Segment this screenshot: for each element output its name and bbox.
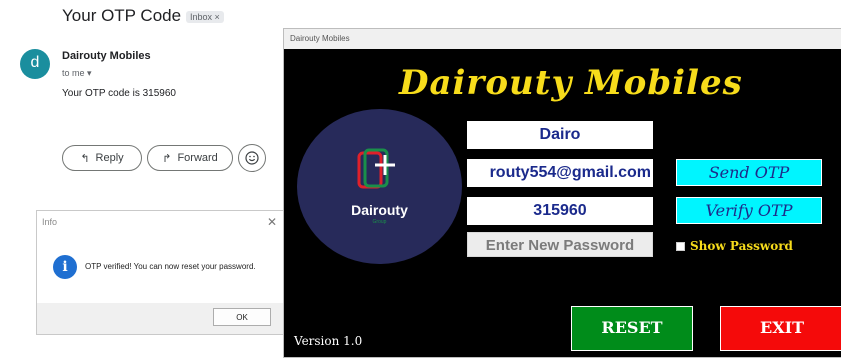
exit-button[interactable]: EXIT bbox=[720, 306, 841, 351]
forward-arrow-icon: ↱ bbox=[162, 152, 172, 165]
emoji-reaction-button[interactable] bbox=[238, 144, 266, 172]
verify-otp-button[interactable]: Verify OTP bbox=[676, 197, 822, 224]
name-field[interactable]: Dairo bbox=[467, 121, 653, 149]
app-titlebar[interactable]: Dairouty Mobiles bbox=[284, 29, 841, 49]
recipient-dropdown[interactable]: to me ▾ bbox=[62, 68, 92, 79]
otp-field[interactable]: 315960 bbox=[467, 197, 653, 225]
new-password-input[interactable]: Enter New Password bbox=[467, 232, 653, 257]
info-dialog: Info ✕ i OTP verified! You can now reset… bbox=[36, 210, 286, 335]
ok-button[interactable]: OK bbox=[213, 308, 271, 326]
sender-avatar[interactable]: d bbox=[20, 49, 50, 79]
forward-label: Forward bbox=[177, 152, 218, 164]
reset-button[interactable]: RESET bbox=[571, 306, 693, 351]
company-logo: Dairouty Group bbox=[297, 109, 462, 264]
reply-label: Reply bbox=[95, 152, 124, 164]
show-password-label: Show Password bbox=[690, 239, 793, 253]
logo-name: Dairouty bbox=[351, 202, 408, 218]
version-label: Version 1.0 bbox=[294, 334, 363, 348]
forward-button[interactable]: ↱ Forward bbox=[147, 145, 233, 171]
dialog-close-button[interactable]: ✕ bbox=[267, 215, 277, 229]
dialog-title: Info bbox=[42, 217, 58, 227]
reply-button[interactable]: ↰ Reply bbox=[62, 145, 142, 171]
phone-plus-logo-icon bbox=[357, 148, 395, 189]
app-window-title: Dairouty Mobiles bbox=[290, 34, 350, 43]
inbox-label-badge[interactable]: Inbox × bbox=[186, 11, 224, 23]
email-subject: Your OTP Code bbox=[62, 6, 182, 25]
email-field[interactable]: routy554@gmail.com bbox=[467, 159, 653, 187]
app-heading: Dairouty Mobiles bbox=[399, 63, 743, 103]
sender-name: Dairouty Mobiles bbox=[62, 50, 151, 62]
email-body: Your OTP code is 315960 bbox=[62, 88, 176, 99]
dialog-content: i OTP verified! You can now reset your p… bbox=[37, 235, 285, 303]
dialog-titlebar[interactable]: Info ✕ bbox=[37, 211, 285, 235]
app-window: Dairouty Mobiles Dairouty Mobiles Dairou… bbox=[283, 28, 841, 358]
info-icon: i bbox=[53, 255, 77, 279]
reply-arrow-icon: ↰ bbox=[80, 152, 90, 165]
show-password-checkbox[interactable] bbox=[676, 241, 685, 251]
show-password-toggle[interactable]: Show Password bbox=[676, 239, 793, 253]
send-otp-button[interactable]: Send OTP bbox=[676, 159, 822, 186]
logo-subtitle: Group bbox=[372, 219, 387, 225]
smiley-icon bbox=[245, 151, 259, 165]
dialog-message: OTP verified! You can now reset your pas… bbox=[85, 262, 256, 271]
